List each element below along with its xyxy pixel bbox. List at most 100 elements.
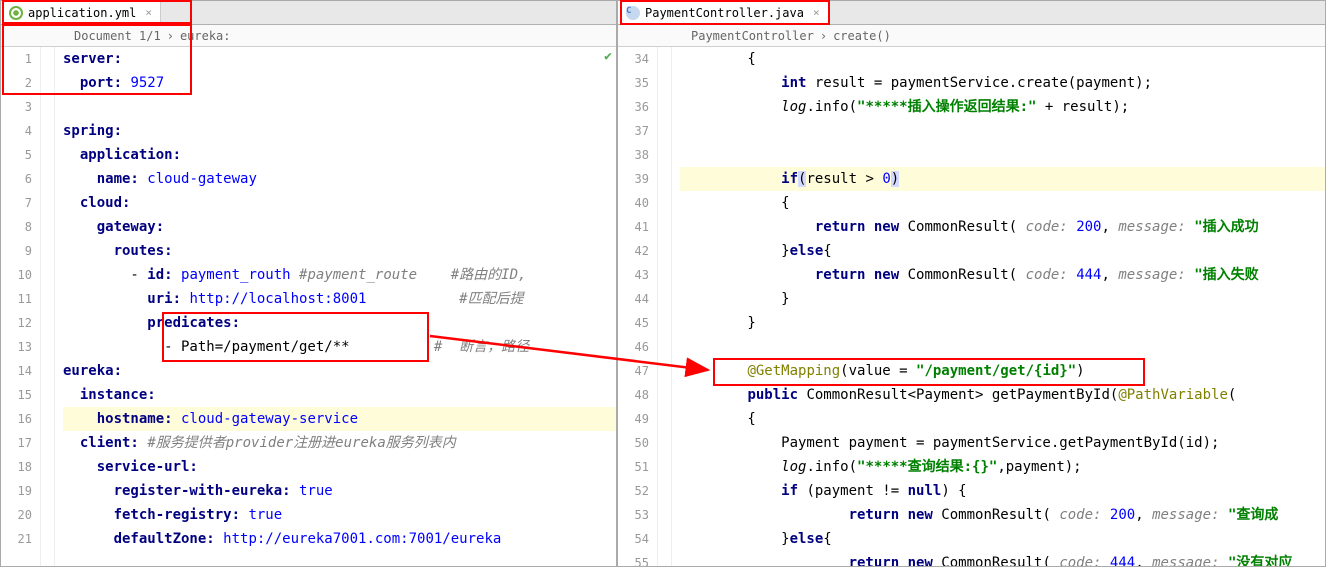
- line-number: 2: [1, 71, 32, 95]
- code-line[interactable]: {: [680, 47, 1325, 71]
- chevron-icon: ›: [820, 29, 827, 43]
- code-line[interactable]: routes:: [63, 239, 616, 263]
- code-line[interactable]: [63, 95, 616, 119]
- code-line[interactable]: if(result > 0): [680, 167, 1325, 191]
- code-line[interactable]: return new CommonResult( code: 444, mess…: [680, 263, 1325, 287]
- breadcrumb-item: PaymentController: [691, 29, 814, 43]
- code-line[interactable]: eureka:: [63, 359, 616, 383]
- line-number: 45: [618, 311, 649, 335]
- pane-right-java: C PaymentController.java × PaymentContro…: [617, 0, 1326, 567]
- code-line[interactable]: return new CommonResult( code: 200, mess…: [680, 503, 1325, 527]
- line-number: 7: [1, 191, 32, 215]
- code-line[interactable]: hostname: cloud-gateway-service: [63, 407, 616, 431]
- pane-left-yml: application.yml × Document 1/1 › eureka:…: [0, 0, 617, 567]
- breadcrumb-item: Document 1/1: [74, 29, 161, 43]
- code-line[interactable]: [680, 335, 1325, 359]
- line-number: 19: [1, 479, 32, 503]
- fold-gutter-left: [41, 47, 55, 566]
- code-line[interactable]: int result = paymentService.create(payme…: [680, 71, 1325, 95]
- line-number: 39: [618, 167, 649, 191]
- code-line[interactable]: application:: [63, 143, 616, 167]
- code-line[interactable]: }else{: [680, 239, 1325, 263]
- code-line[interactable]: {: [680, 191, 1325, 215]
- line-number: 14: [1, 359, 32, 383]
- line-number: 17: [1, 431, 32, 455]
- code-line[interactable]: instance:: [63, 383, 616, 407]
- code-line[interactable]: log.info("*****查询结果:{}",payment);: [680, 455, 1325, 479]
- line-number: 13: [1, 335, 32, 359]
- line-number: 37: [618, 119, 649, 143]
- code-line[interactable]: 💡: [680, 143, 1325, 167]
- line-number: 53: [618, 503, 649, 527]
- code-line[interactable]: if (payment != null) {: [680, 479, 1325, 503]
- gutter-left: 123456789101112131415161718192021: [1, 47, 41, 566]
- tab-payment-controller[interactable]: C PaymentController.java ×: [618, 1, 829, 24]
- tab-label: application.yml: [28, 6, 136, 20]
- code-line[interactable]: - id: payment_routh #payment_route #路由的I…: [63, 263, 616, 287]
- line-number: 47: [618, 359, 649, 383]
- code-line[interactable]: @GetMapping(value = "/payment/get/{id}"): [680, 359, 1325, 383]
- close-icon[interactable]: ×: [145, 6, 152, 19]
- line-number: 43: [618, 263, 649, 287]
- code-right[interactable]: { int result = paymentService.create(pay…: [672, 47, 1325, 566]
- breadcrumb-left[interactable]: Document 1/1 › eureka:: [1, 25, 616, 47]
- line-number: 50: [618, 431, 649, 455]
- line-number: 42: [618, 239, 649, 263]
- line-number: 48: [618, 383, 649, 407]
- line-number: 36: [618, 95, 649, 119]
- line-number: 12: [1, 311, 32, 335]
- line-number: 55: [618, 551, 649, 566]
- fold-gutter-right: [658, 47, 672, 566]
- code-line[interactable]: log.info("*****插入操作返回结果:" + result);: [680, 95, 1325, 119]
- editor-left[interactable]: ✔ 123456789101112131415161718192021 serv…: [1, 47, 616, 566]
- breadcrumb-right[interactable]: PaymentController › create(): [618, 25, 1325, 47]
- code-line[interactable]: port: 9527: [63, 71, 616, 95]
- code-line[interactable]: }else{: [680, 527, 1325, 551]
- line-number: 51: [618, 455, 649, 479]
- code-line[interactable]: client: #服务提供者provider注册进eureka服务列表内: [63, 431, 616, 455]
- close-icon[interactable]: ×: [813, 6, 820, 19]
- code-line[interactable]: [680, 119, 1325, 143]
- line-number: 5: [1, 143, 32, 167]
- code-line[interactable]: }: [680, 287, 1325, 311]
- line-number: 41: [618, 215, 649, 239]
- ide-container: application.yml × Document 1/1 › eureka:…: [0, 0, 1326, 567]
- chevron-icon: ›: [167, 29, 174, 43]
- code-line[interactable]: register-with-eureka: true: [63, 479, 616, 503]
- tab-bar-left: application.yml ×: [1, 1, 616, 25]
- code-line[interactable]: spring:: [63, 119, 616, 143]
- status-ok-icon: ✔: [604, 49, 612, 64]
- line-number: 18: [1, 455, 32, 479]
- code-line[interactable]: }: [680, 311, 1325, 335]
- tab-application-yml[interactable]: application.yml ×: [1, 1, 161, 24]
- code-line[interactable]: Payment payment = paymentService.getPaym…: [680, 431, 1325, 455]
- code-line[interactable]: cloud:: [63, 191, 616, 215]
- code-line[interactable]: predicates:: [63, 311, 616, 335]
- code-line[interactable]: uri: http://localhost:8001 #匹配后提: [63, 287, 616, 311]
- code-line[interactable]: return new CommonResult( code: 200, mess…: [680, 215, 1325, 239]
- line-number: 9: [1, 239, 32, 263]
- code-line[interactable]: public CommonResult<Payment> getPaymentB…: [680, 383, 1325, 407]
- code-line[interactable]: server:: [63, 47, 616, 71]
- line-number: 46: [618, 335, 649, 359]
- code-line[interactable]: gateway:: [63, 215, 616, 239]
- gutter-right: 3435363738394041424344454647484950515253…: [618, 47, 658, 566]
- line-number: 38: [618, 143, 649, 167]
- breadcrumb-item: eureka:: [180, 29, 231, 43]
- line-number: 6: [1, 167, 32, 191]
- code-line[interactable]: return new CommonResult( code: 444, mess…: [680, 551, 1325, 566]
- line-number: 11: [1, 287, 32, 311]
- code-line[interactable]: - Path=/payment/get/** # 断言，路径: [63, 335, 616, 359]
- code-line[interactable]: name: cloud-gateway: [63, 167, 616, 191]
- code-line[interactable]: fetch-registry: true: [63, 503, 616, 527]
- line-number: 52: [618, 479, 649, 503]
- code-line[interactable]: service-url:: [63, 455, 616, 479]
- spring-icon: [9, 6, 23, 20]
- line-number: 54: [618, 527, 649, 551]
- line-number: 35: [618, 71, 649, 95]
- code-line[interactable]: defaultZone: http://eureka7001.com:7001/…: [63, 527, 616, 551]
- code-line[interactable]: {: [680, 407, 1325, 431]
- editor-right[interactable]: 3435363738394041424344454647484950515253…: [618, 47, 1325, 566]
- code-left[interactable]: server: port: 9527 spring: application: n…: [55, 47, 616, 566]
- line-number: 10: [1, 263, 32, 287]
